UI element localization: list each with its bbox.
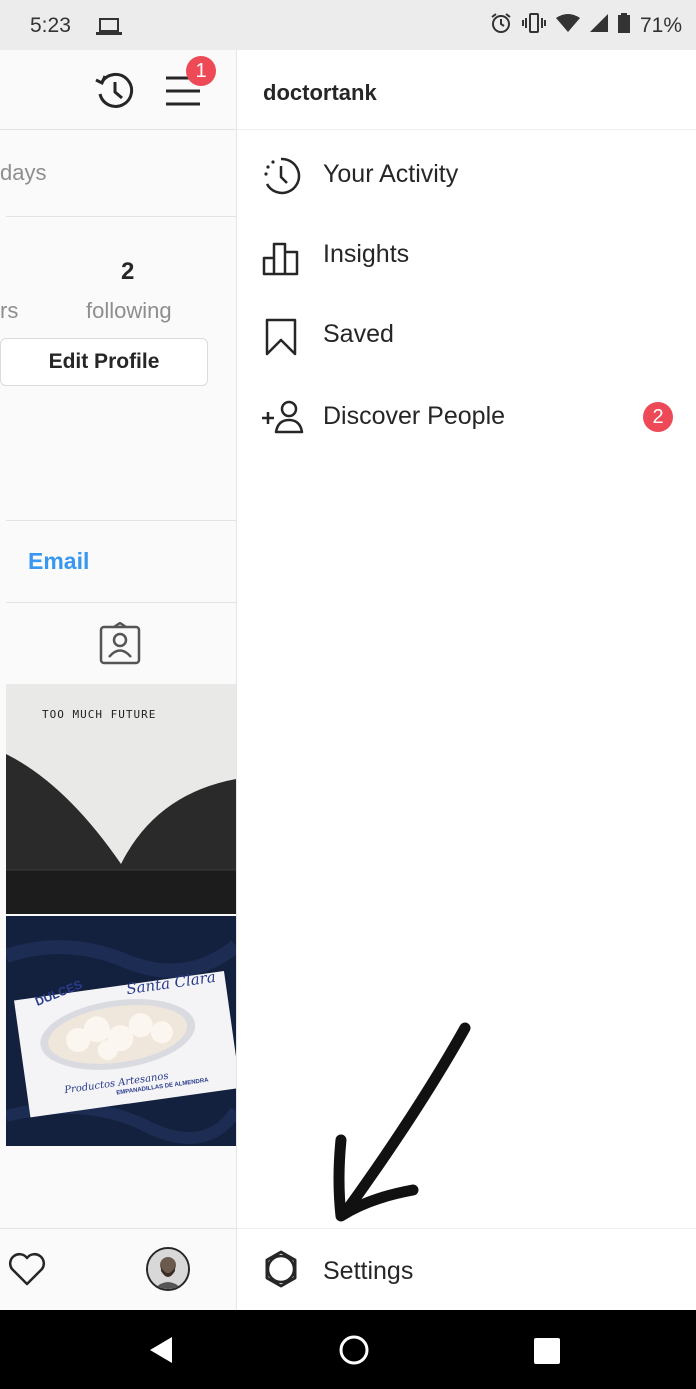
post-thumbnail[interactable]: DULCES Santa Clara Productos Artesanos E… xyxy=(6,916,236,1146)
profile-background: 1 days 2 rs following Edit Profile Email… xyxy=(0,50,236,1310)
menu-item-label: Discover People xyxy=(323,402,506,430)
bookmark-icon xyxy=(261,316,301,356)
menu-item-insights[interactable]: Insights xyxy=(237,220,696,290)
arrow-annotation xyxy=(329,1020,479,1235)
battery-percent: 71% xyxy=(639,13,682,37)
email-button[interactable]: Email xyxy=(28,548,89,575)
back-icon[interactable] xyxy=(148,1336,174,1369)
settings-icon xyxy=(261,1249,301,1294)
followers-label[interactable]: rs xyxy=(0,298,18,324)
profile-days-text: days xyxy=(0,160,47,185)
status-time: 5:23 xyxy=(30,14,71,37)
status-icons: 71% xyxy=(490,12,682,39)
insights-icon xyxy=(261,236,301,276)
username: doctortank xyxy=(263,80,377,105)
divider xyxy=(6,216,236,217)
history-icon[interactable] xyxy=(92,68,138,119)
activity-icon xyxy=(261,156,301,196)
profile-header: 1 xyxy=(0,50,236,130)
alarm-icon xyxy=(490,12,512,39)
following-label[interactable]: following xyxy=(86,298,172,324)
menu-item-your-activity[interactable]: Your Activity xyxy=(237,140,696,210)
menu-item-label: Saved xyxy=(323,320,394,348)
wifi-icon xyxy=(555,14,580,37)
drawer-header: doctortank xyxy=(237,50,696,130)
post-image xyxy=(6,754,236,914)
menu-item-label: Insights xyxy=(323,240,410,268)
home-icon[interactable] xyxy=(338,1334,370,1371)
vibrate-icon xyxy=(521,13,546,38)
menu-item-saved[interactable]: Saved xyxy=(237,300,696,370)
status-bar: 5:23 71% xyxy=(0,0,696,50)
menu-item-label: Your Activity xyxy=(323,160,459,188)
divider xyxy=(6,602,236,603)
post-image xyxy=(6,916,236,1146)
add-person-icon xyxy=(261,398,304,438)
following-count[interactable]: 2 xyxy=(121,258,134,286)
battery-icon xyxy=(617,13,630,38)
tagged-photos-icon[interactable] xyxy=(98,621,142,671)
android-nav-bar xyxy=(0,1310,696,1389)
side-drawer: doctortank Your Activity Insights Saved … xyxy=(236,50,696,1310)
menu-notification-badge: 1 xyxy=(186,56,216,86)
heart-icon[interactable] xyxy=(8,1251,46,1292)
edit-profile-button[interactable]: Edit Profile xyxy=(0,338,208,386)
bottom-nav xyxy=(0,1228,236,1310)
laptop-icon xyxy=(96,18,122,41)
notification-badge: 2 xyxy=(643,402,673,432)
recent-apps-icon[interactable] xyxy=(534,1338,560,1369)
settings-row[interactable]: Settings xyxy=(237,1228,696,1310)
avatar[interactable] xyxy=(146,1247,190,1291)
divider xyxy=(6,520,236,521)
post-thumbnail[interactable]: TOO MUCH FUTURE xyxy=(6,684,236,914)
settings-label: Settings xyxy=(323,1257,414,1285)
signal-icon xyxy=(589,14,608,37)
menu-item-discover-people[interactable]: Discover People 2 xyxy=(237,382,696,452)
